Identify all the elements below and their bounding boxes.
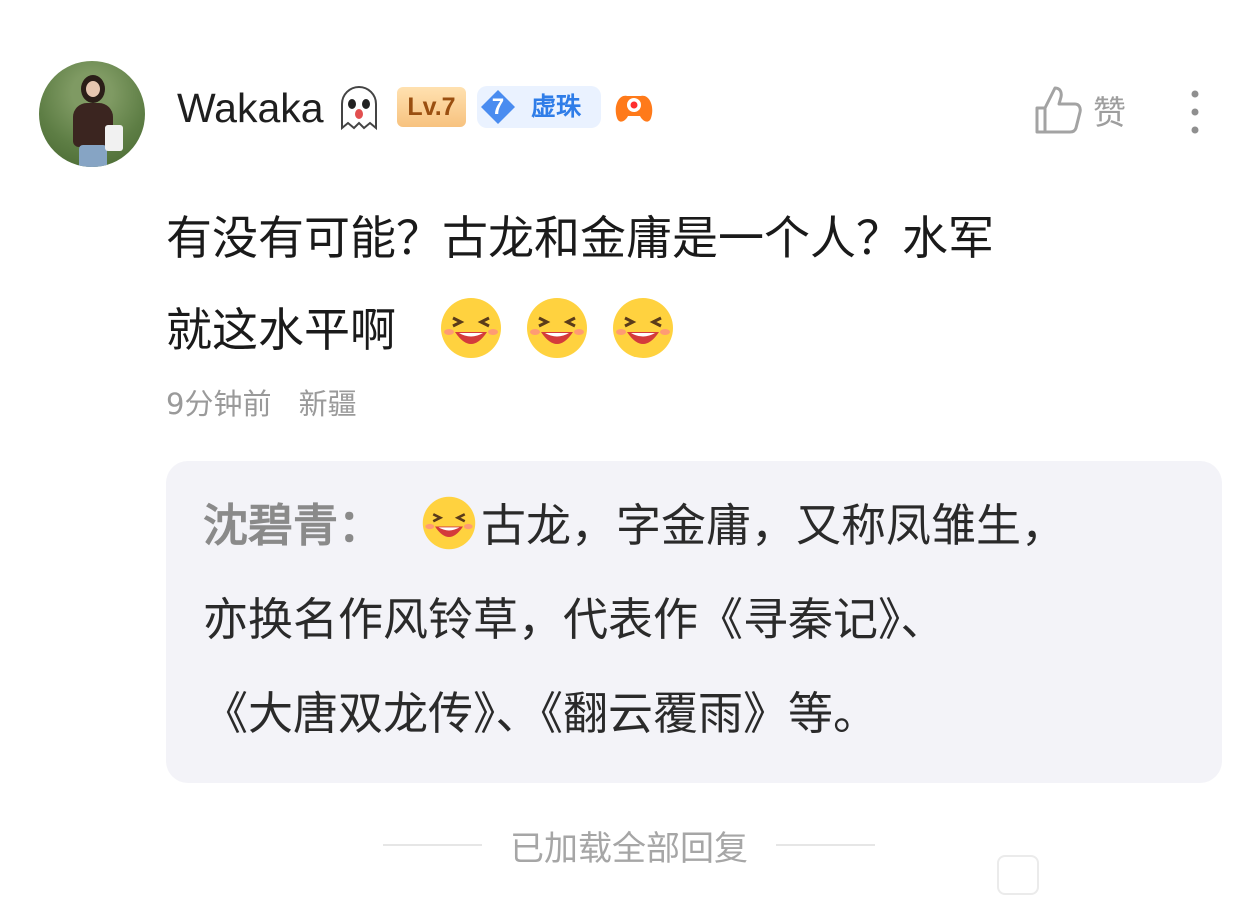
vip-level: 7 bbox=[491, 94, 505, 119]
level-badge: Lv.7 bbox=[397, 87, 466, 127]
replies-loaded-footer: 已加载全部回复 bbox=[383, 820, 875, 870]
like-label: 赞 bbox=[1093, 93, 1126, 132]
more-vertical-icon[interactable] bbox=[1183, 88, 1207, 136]
comment-line-1: 有没有可能？古龙和金庸是一个人？水军 bbox=[166, 211, 994, 265]
reply-line-2: 亦换名作风铃草，代表作《寻秦记》、 bbox=[203, 593, 946, 646]
laughing-emoji-icon bbox=[527, 297, 588, 358]
floating-widget-icon[interactable] bbox=[997, 855, 1039, 895]
comment-time: 9分钟前 bbox=[166, 387, 272, 421]
comment-location: 新疆 bbox=[298, 387, 357, 421]
reply-author[interactable]: 沈碧青： bbox=[203, 499, 383, 552]
ghost-emoji-icon bbox=[341, 86, 377, 131]
divider-left bbox=[383, 844, 482, 846]
laughing-emoji-icon bbox=[422, 496, 476, 550]
reply-text: 沈碧青： 古龙，字金庸，又称凤雏生， 亦换名作风铃草，代表作《寻秦记》、 《大唐… bbox=[203, 479, 1193, 761]
divider-right bbox=[776, 844, 875, 846]
vip-badge[interactable]: 7 虚珠 bbox=[477, 86, 601, 128]
reply-line-1-text: 古龙，字金庸，又称凤雏生， bbox=[481, 499, 1067, 552]
username[interactable]: Wakaka bbox=[177, 84, 324, 132]
diamond-icon: 7 bbox=[480, 89, 516, 125]
laughing-emoji-icon bbox=[613, 297, 674, 358]
comment-meta: 9分钟前 新疆 bbox=[166, 380, 357, 428]
avatar[interactable] bbox=[39, 61, 145, 167]
game-controller-icon bbox=[615, 95, 653, 122]
replies-loaded-text: 已加载全部回复 bbox=[510, 828, 748, 869]
comment-line-2-text: 就这水平啊 bbox=[166, 303, 396, 357]
reply-line-3: 《大唐双龙传》、《翻云覆雨》等。 bbox=[203, 687, 879, 740]
reply-line-1: 沈碧青： 古龙，字金庸，又称凤雏生， bbox=[203, 479, 1193, 573]
laughing-emoji-icon bbox=[441, 297, 502, 358]
vip-label: 虚珠 bbox=[531, 92, 582, 121]
like-button[interactable]: 赞 bbox=[1033, 84, 1126, 136]
reply-preview[interactable]: 沈碧青： 古龙，字金庸，又称凤雏生， 亦换名作风铃草，代表作《寻秦记》、 《大唐… bbox=[166, 461, 1222, 783]
comment-line-2: 就这水平啊 bbox=[166, 284, 1226, 376]
thumbs-up-icon bbox=[1035, 86, 1082, 134]
comment-text: 有没有可能？古龙和金庸是一个人？水军 就这水平啊 bbox=[166, 192, 1226, 376]
